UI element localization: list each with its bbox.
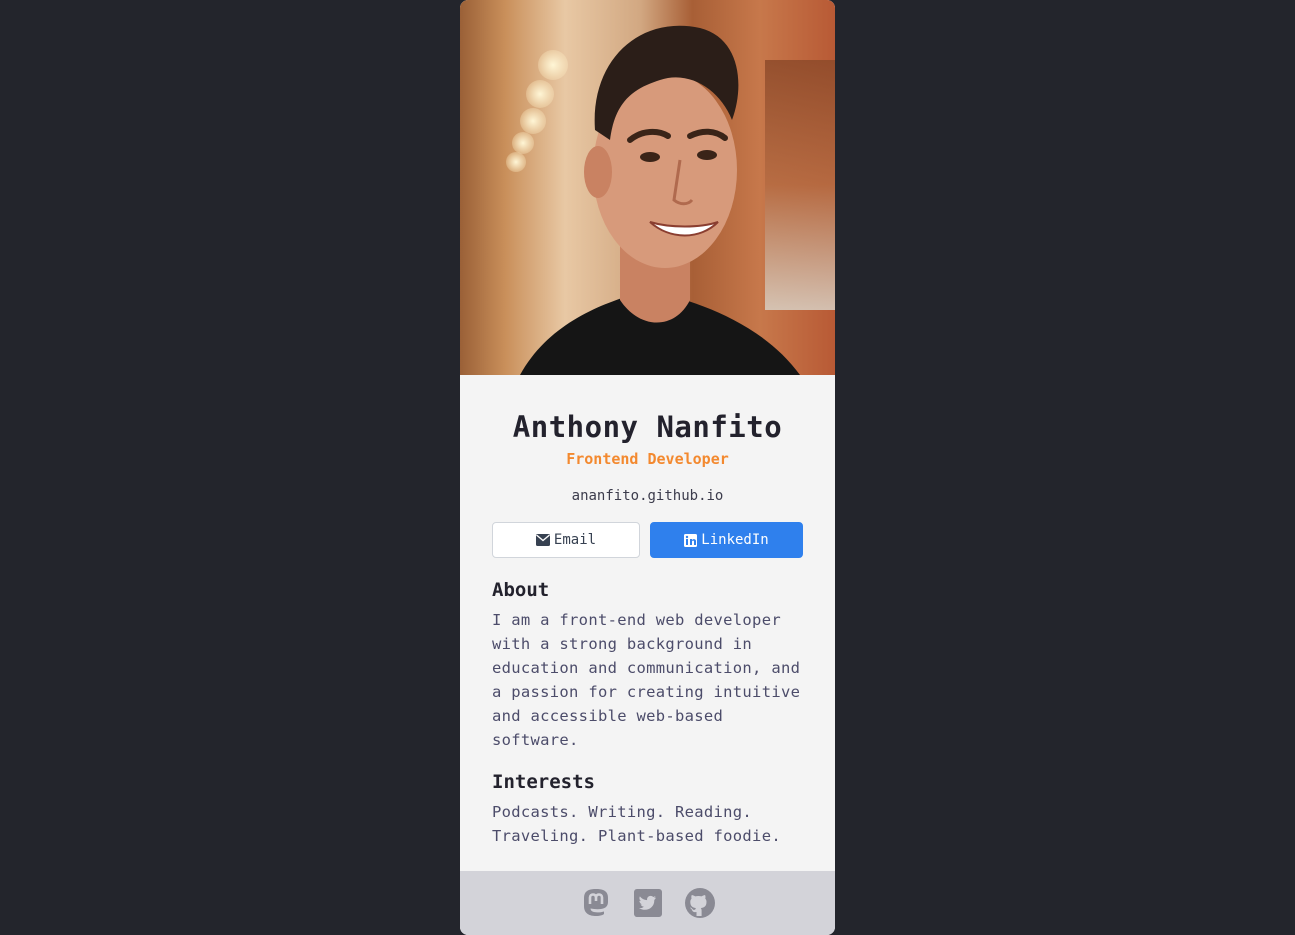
email-button-label: Email bbox=[553, 532, 597, 548]
social-footer bbox=[460, 871, 835, 935]
github-icon bbox=[684, 888, 715, 918]
linkedin-button[interactable]: LinkedIn bbox=[650, 522, 803, 558]
twitter-icon bbox=[633, 889, 662, 917]
mastodon-link[interactable] bbox=[580, 887, 612, 919]
linkedin-button-label: LinkedIn bbox=[701, 532, 769, 548]
mastodon-icon bbox=[583, 889, 608, 916]
profile-card: Anthony Nanfito Frontend Developer ananf… bbox=[460, 0, 835, 935]
linkedin-icon bbox=[684, 533, 698, 547]
profile-website: ananfito.github.io bbox=[571, 488, 724, 504]
profile-content: Anthony Nanfito Frontend Developer ananf… bbox=[460, 375, 835, 848]
about-text: I am a front-end web developer with a st… bbox=[492, 611, 801, 749]
profile-role: Frontend Developer bbox=[566, 450, 729, 468]
about-section: About I am a front-end web developer wit… bbox=[492, 578, 803, 752]
about-heading: About bbox=[492, 579, 550, 601]
github-link[interactable] bbox=[684, 887, 716, 919]
profile-name: Anthony Nanfito bbox=[512, 410, 783, 444]
twitter-link[interactable] bbox=[632, 887, 664, 919]
portrait-illustration bbox=[520, 25, 800, 375]
interests-section: Interests Podcasts. Writing. Reading. Tr… bbox=[492, 770, 803, 848]
envelope-icon bbox=[535, 534, 550, 546]
interests-heading: Interests bbox=[492, 771, 595, 793]
profile-photo bbox=[460, 0, 835, 375]
email-button[interactable]: Email bbox=[492, 522, 640, 558]
interests-text: Podcasts. Writing. Reading. Traveling. P… bbox=[492, 803, 781, 845]
contact-buttons: Email LinkedIn bbox=[492, 522, 803, 558]
